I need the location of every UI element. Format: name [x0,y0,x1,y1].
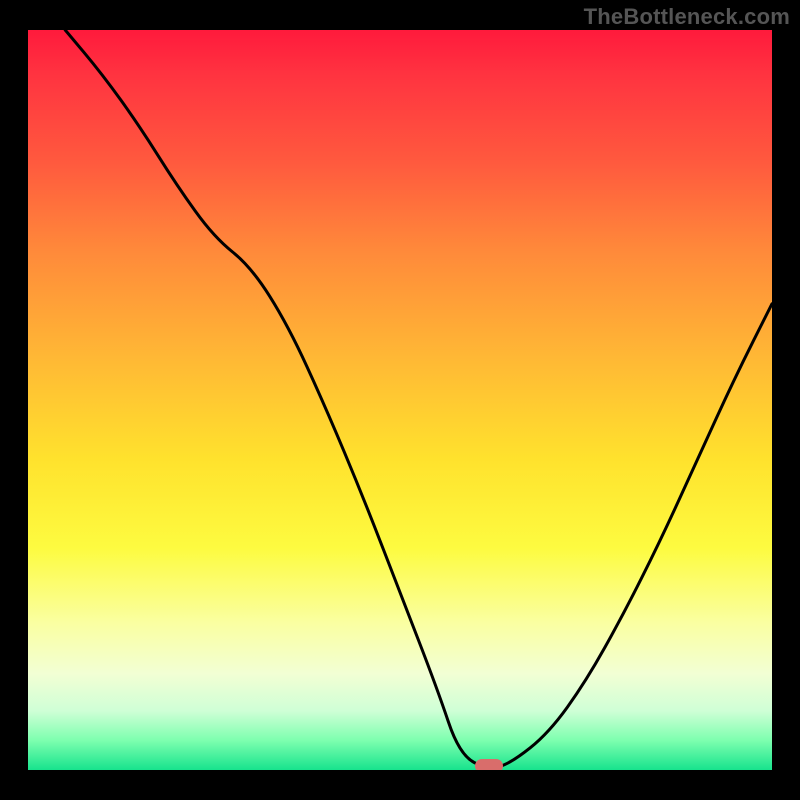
left-border [0,0,28,800]
bottleneck-curve [28,30,772,770]
right-border [772,0,800,800]
curve-path [65,30,772,768]
bottom-border [0,770,800,800]
plot-area [28,30,772,770]
attribution-text-overlay: TheBottleneck.com [584,4,790,30]
chart-frame: TheBottleneck.com TheBottleneck.com [0,0,800,800]
